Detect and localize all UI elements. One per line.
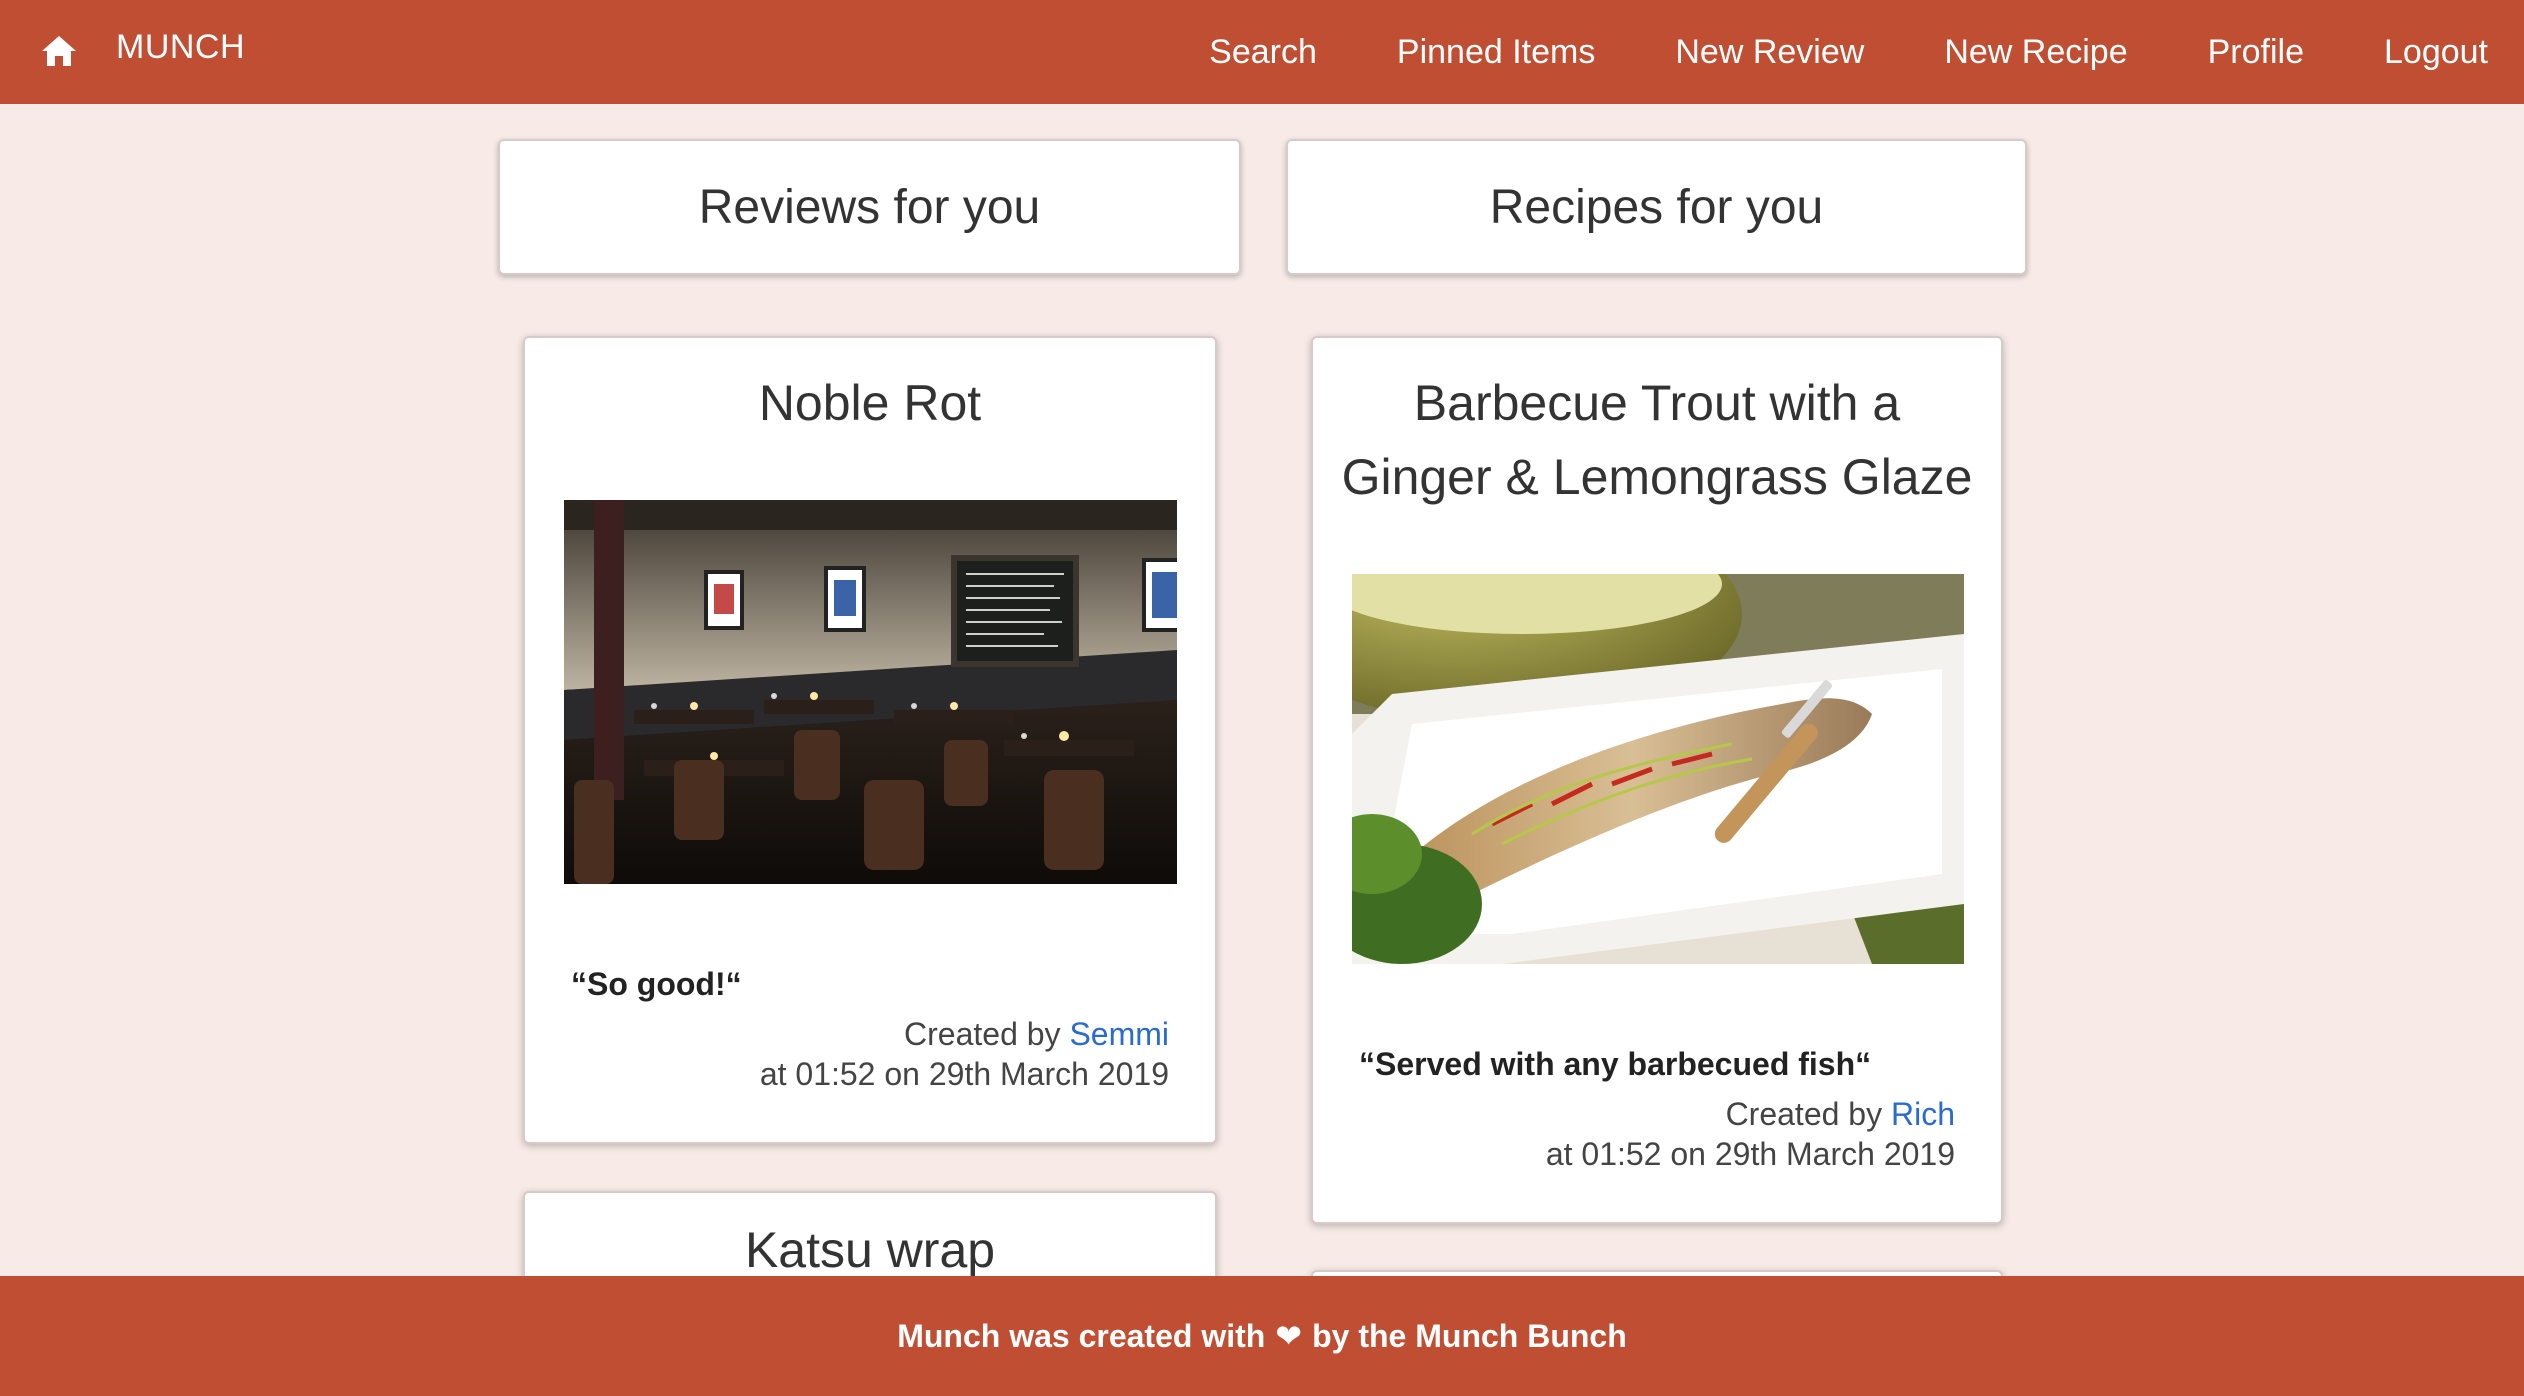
heart-icon: ❤ [1275,1318,1303,1354]
recipe-meta: Created by Rich at 01:52 on 29th March 2… [1546,1094,1955,1174]
recipe-title[interactable]: Barbecue Trout with a Ginger & Lemongras… [1313,366,2001,514]
nav-links: Search Pinned Items New Review New Recip… [1209,0,2488,104]
footer-text-after: by the Munch Bunch [1312,1317,1627,1354]
review-quote: “So good!“ [571,966,742,1002]
recipe-title-line-1: Barbecue Trout with a [1413,375,1901,431]
created-by-label: Created by [904,1016,1061,1052]
nav-profile-link[interactable]: Profile [2208,33,2304,72]
footer-text-before: Munch was created with [897,1317,1266,1354]
nav-new-review-link[interactable]: New Review [1675,33,1864,72]
review-meta: Created by Semmi at 01:52 on 29th March … [760,1014,1169,1094]
nav-new-recipe-link[interactable]: New Recipe [1944,33,2127,72]
nav-pinned-items-link[interactable]: Pinned Items [1397,33,1595,72]
recipe-created-by: Created by Rich [1546,1094,1955,1134]
reviews-heading: Reviews for you [498,139,1241,275]
review-image[interactable] [564,500,1177,884]
recipe-author-link[interactable]: Rich [1891,1096,1955,1132]
home-icon[interactable] [40,34,78,68]
nav-search-link[interactable]: Search [1209,33,1317,72]
brand-link[interactable]: MUNCH [116,28,245,67]
recipe-image[interactable] [1352,574,1964,964]
recipe-timestamp: at 01:52 on 29th March 2019 [1545,1136,1955,1172]
review-author-link[interactable]: Semmi [1069,1016,1169,1052]
review-title[interactable]: Noble Rot [525,366,1215,440]
review-timestamp: at 01:52 on 29th March 2019 [759,1056,1169,1092]
review-created-by: Created by Semmi [760,1014,1169,1054]
footer: Munch was created with ❤ by the Munch Bu… [0,1276,2524,1396]
review-card[interactable]: Noble Rot “So good!“ Created by Semmi at… [523,336,1217,1144]
recipe-card[interactable]: Barbecue Trout with a Ginger & Lemongras… [1311,336,2003,1224]
recipe-quote: “Served with any barbecued fish“ [1359,1046,1872,1082]
navbar: MUNCH Search Pinned Items New Review New… [0,0,2524,104]
created-by-label: Created by [1725,1096,1883,1132]
recipe-title-line-2: Ginger & Lemongrass Glaze [1341,449,1973,505]
nav-logout-link[interactable]: Logout [2384,33,2488,72]
recipes-heading: Recipes for you [1286,139,2027,275]
